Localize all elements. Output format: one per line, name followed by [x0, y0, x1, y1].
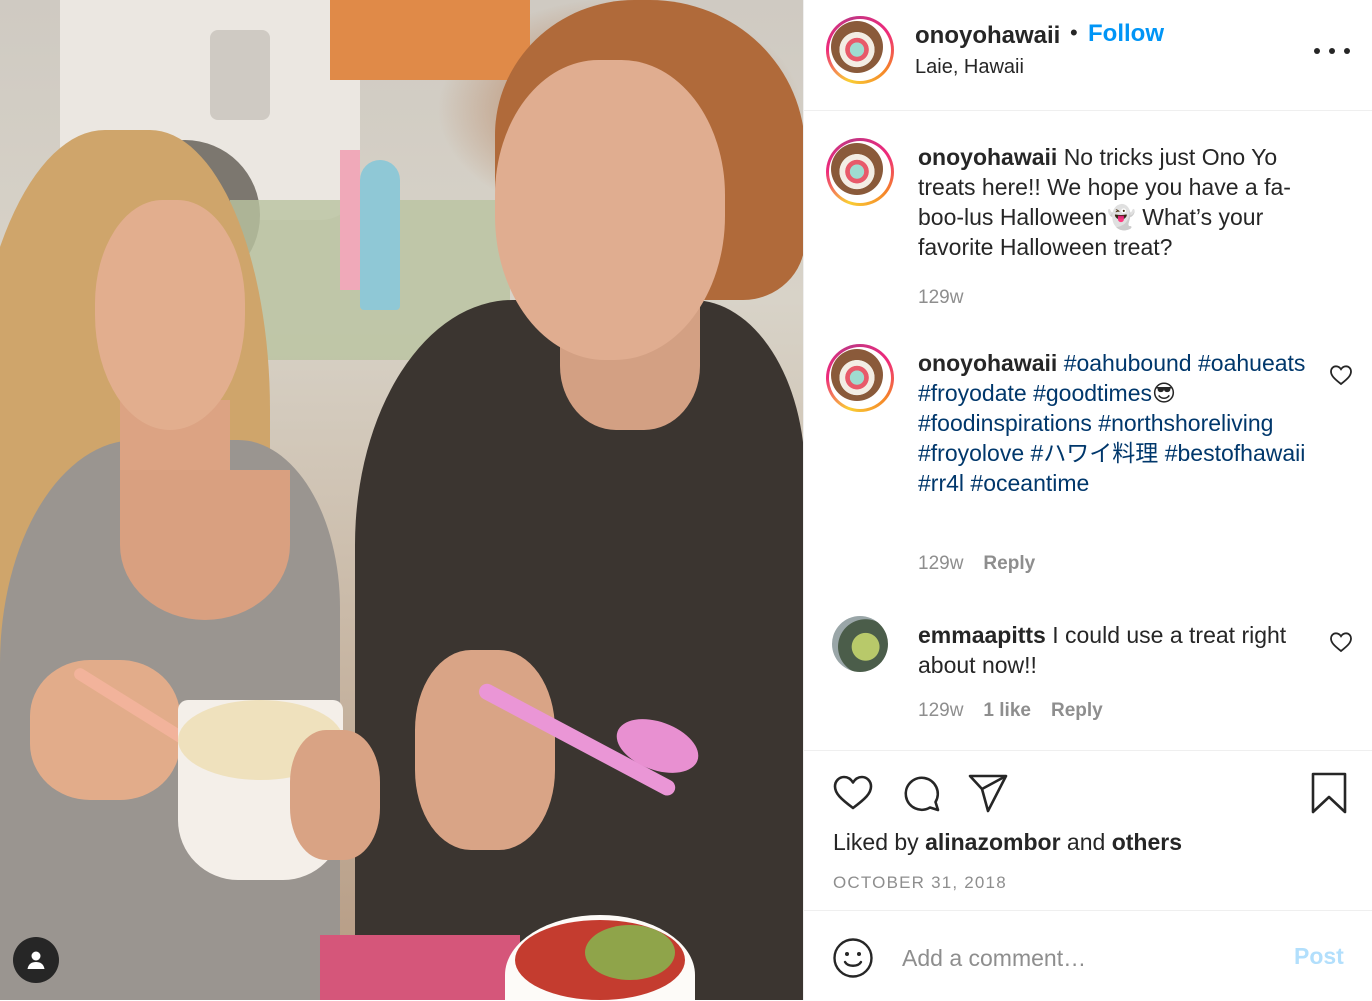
- reply-button[interactable]: Reply: [1051, 700, 1103, 721]
- caption-meta: 129w: [918, 287, 963, 309]
- woman-face: [95, 200, 245, 430]
- avatar-image: [831, 21, 883, 73]
- hashtag-link[interactable]: #froyolove: [918, 440, 1024, 466]
- hashtag-link[interactable]: #oahueats: [1198, 350, 1305, 376]
- avatar-image: [831, 143, 883, 195]
- location-link[interactable]: Laie, Hawaii: [915, 56, 1024, 79]
- user-icon: [27, 951, 45, 969]
- caption-username[interactable]: onoyohawaii: [918, 144, 1057, 170]
- post-photo[interactable]: [0, 0, 803, 1000]
- more-horizontal-icon[interactable]: [1314, 40, 1350, 62]
- hashtag-link[interactable]: #ハワイ料理: [1031, 440, 1159, 466]
- hashtag-link[interactable]: #rr4l: [918, 470, 964, 496]
- commenter-username[interactable]: emmaapitts: [918, 622, 1046, 648]
- like-comment-heart-icon[interactable]: [1329, 630, 1353, 654]
- post-button[interactable]: Post: [1294, 943, 1344, 970]
- hashtag-link[interactable]: #oahubound: [1064, 350, 1192, 376]
- background-pole: [340, 150, 360, 290]
- heart-icon[interactable]: [831, 771, 875, 815]
- user-comment-meta: 129w 1 like Reply: [918, 700, 1103, 722]
- pink-table: [320, 935, 520, 1000]
- commenter-avatar[interactable]: [832, 616, 888, 672]
- post-sidebar: onoyohawaii • Follow Laie, Hawaii onoyoh…: [803, 0, 1372, 1000]
- hashtag-link[interactable]: #froyodate: [918, 380, 1027, 406]
- bookmark-icon[interactable]: [1307, 771, 1351, 815]
- liked-by-others[interactable]: others: [1112, 829, 1182, 855]
- comment-icon[interactable]: [899, 771, 943, 815]
- caption-text: onoyohawaii No tricks just Ono Yo treats…: [918, 142, 1328, 262]
- user-comment-text: emmaapitts I could use a treat right abo…: [918, 620, 1318, 680]
- hashtag-link[interactable]: #bestofhawaii: [1165, 440, 1306, 466]
- follow-button[interactable]: Follow: [1088, 20, 1164, 48]
- comment-age[interactable]: 129w: [918, 553, 963, 574]
- post-header: onoyohawaii • Follow Laie, Hawaii: [804, 0, 1372, 111]
- hashtag-link[interactable]: #northshoreliving: [1098, 410, 1273, 436]
- liked-by: Liked by alinazombor and others: [833, 829, 1182, 855]
- truck-window: [210, 30, 270, 120]
- caption-age[interactable]: 129w: [918, 287, 963, 308]
- separator-dot: •: [1070, 20, 1078, 45]
- post-date[interactable]: OCTOBER 31, 2018: [833, 873, 1007, 893]
- hashtag-comment-text: onoyohawaii #oahubound #oahueats #froyod…: [918, 348, 1318, 498]
- header-username[interactable]: onoyohawaii: [915, 22, 1060, 50]
- fruit-bowl-kiwi: [585, 925, 675, 980]
- hashtag-link[interactable]: #foodinspirations: [918, 410, 1092, 436]
- woman-chest: [120, 470, 290, 620]
- liked-by-user[interactable]: alinazombor: [925, 829, 1060, 855]
- sunglasses-emoji: 😎: [1152, 380, 1176, 406]
- add-comment-bar: Post: [804, 910, 1372, 1001]
- story-avatar[interactable]: [826, 16, 894, 84]
- share-icon[interactable]: [966, 771, 1010, 815]
- avatar-image: [831, 349, 883, 401]
- tagged-users-button[interactable]: [13, 937, 59, 983]
- comment-avatar[interactable]: [826, 344, 894, 412]
- reply-button[interactable]: Reply: [983, 553, 1035, 574]
- emoji-smile-icon[interactable]: [832, 937, 874, 979]
- like-comment-heart-icon[interactable]: [1329, 363, 1353, 387]
- comment-likes-count[interactable]: 1 like: [983, 700, 1031, 721]
- man-hand: [415, 650, 555, 850]
- woman-right-hand: [290, 730, 380, 860]
- user-comment-age[interactable]: 129w: [918, 700, 963, 721]
- hashtag-link[interactable]: #goodtimes: [1033, 380, 1152, 406]
- comment-username[interactable]: onoyohawaii: [918, 350, 1057, 376]
- comment-meta: 129w Reply: [918, 553, 1035, 575]
- hashtag-link[interactable]: #oceantime: [970, 470, 1089, 496]
- truck-orange-panel: [330, 0, 530, 80]
- caption-avatar[interactable]: [826, 138, 894, 206]
- background-cone: [360, 160, 400, 310]
- man-face: [495, 60, 725, 360]
- post-actions: Liked by alinazombor and others OCTOBER …: [804, 750, 1372, 911]
- comment-input[interactable]: [900, 939, 1274, 977]
